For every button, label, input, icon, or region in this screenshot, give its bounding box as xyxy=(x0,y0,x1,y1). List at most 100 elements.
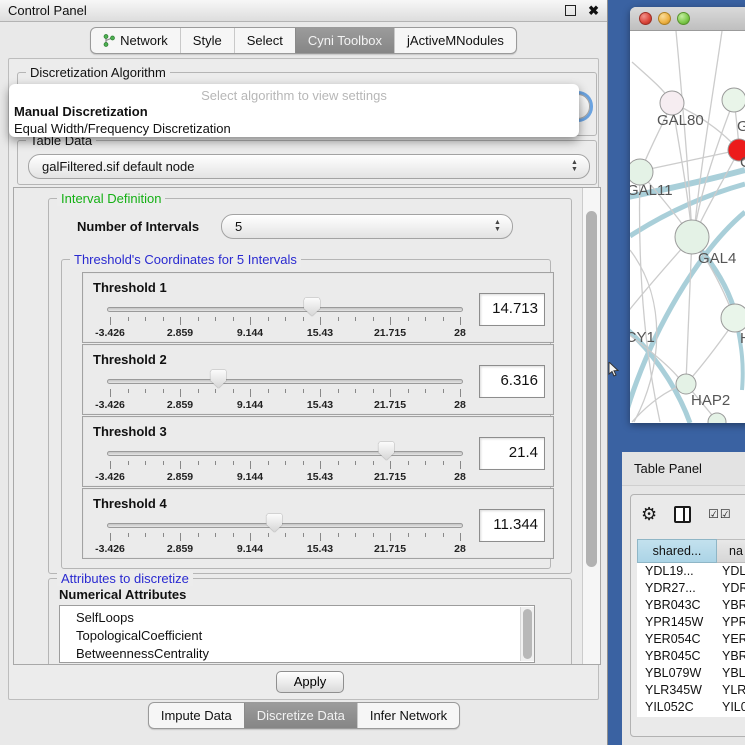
threshold-value-field[interactable]: 6.316 xyxy=(479,365,545,398)
tick-mark xyxy=(198,461,199,465)
gear-icon[interactable]: ⚙ xyxy=(641,505,657,523)
tick-mark xyxy=(303,317,304,321)
network-node[interactable] xyxy=(676,374,696,394)
tick-mark xyxy=(110,317,111,325)
network-edge[interactable] xyxy=(676,31,692,234)
tick-mark xyxy=(268,389,269,393)
settings-scrollbar[interactable] xyxy=(582,188,600,664)
tick-mark xyxy=(128,461,129,465)
table-row[interactable]: YPR145WYPR1 xyxy=(637,614,745,631)
attributes-group: Attributes to discretize Numerical Attri… xyxy=(48,578,572,665)
close-icon[interactable]: ✖ xyxy=(588,5,599,16)
network-node[interactable] xyxy=(721,304,745,332)
close-traffic-icon[interactable] xyxy=(639,12,652,25)
tab-impute-data[interactable]: Impute Data xyxy=(149,703,244,728)
slider-thumb[interactable] xyxy=(210,370,226,388)
cell-shared-name[interactable]: YDR27... xyxy=(637,580,717,597)
slider-track[interactable] xyxy=(107,451,463,456)
threshold-value-field[interactable]: 21.4 xyxy=(479,437,545,470)
table-row[interactable]: YBL079WYBL0 xyxy=(637,665,745,682)
network-node[interactable] xyxy=(675,220,709,254)
tick-mark xyxy=(233,461,234,465)
cell-name[interactable]: YBR0 xyxy=(717,648,745,665)
cell-shared-name[interactable]: YDL19... xyxy=(637,563,717,580)
numerical-attributes-list[interactable]: SelfLoopsTopologicalCoefficientBetweenne… xyxy=(59,605,535,663)
tab-discretize-data[interactable]: Discretize Data xyxy=(244,703,357,728)
network-edge[interactable] xyxy=(645,150,739,170)
threshold-label: Threshold 2 xyxy=(93,352,167,367)
cell-shared-name[interactable]: YBL079W xyxy=(637,665,717,682)
settings-scrollbar-thumb[interactable] xyxy=(586,211,597,567)
cell-name[interactable]: YLR3 xyxy=(717,682,745,699)
algorithm-option[interactable]: Manual Discretization xyxy=(9,103,579,120)
tab-select[interactable]: Select xyxy=(234,28,295,53)
cell-shared-name[interactable]: YBR043C xyxy=(637,597,717,614)
cell-shared-name[interactable]: YIL052C xyxy=(637,699,717,716)
slider-track[interactable] xyxy=(107,523,463,528)
tab-style[interactable]: Style xyxy=(180,28,234,53)
attribute-list-item[interactable]: SelfLoops xyxy=(60,609,534,627)
tick-mark xyxy=(373,533,374,537)
minimize-traffic-icon[interactable] xyxy=(658,12,671,25)
slider-thumb[interactable] xyxy=(304,298,320,316)
slider-thumb[interactable] xyxy=(266,514,282,532)
cell-name[interactable]: YER0 xyxy=(717,631,745,648)
attribute-list-item[interactable]: TopologicalCoefficient xyxy=(60,627,534,645)
cell-name[interactable]: YPR1 xyxy=(717,614,745,631)
panel-title: Control Panel xyxy=(8,3,565,18)
tick-mark xyxy=(180,317,181,325)
cell-name[interactable]: YBL0 xyxy=(717,665,745,682)
slider-track[interactable] xyxy=(107,307,463,312)
network-node[interactable] xyxy=(722,88,745,112)
apply-button[interactable]: Apply xyxy=(276,671,344,693)
network-canvas[interactable]: GAL80GACGAL11GAL4GCY1HHAP2 xyxy=(630,31,745,423)
group-title: Attributes to discretize xyxy=(57,571,193,586)
cell-shared-name[interactable]: YPR145W xyxy=(637,614,717,631)
num-intervals-value: 5 xyxy=(235,219,242,234)
zoom-traffic-icon[interactable] xyxy=(677,12,690,25)
table-row[interactable]: YBR045CYBR0 xyxy=(637,648,745,665)
cell-shared-name[interactable]: YBR045C xyxy=(637,648,717,665)
table-row[interactable]: YBR043CYBR0 xyxy=(637,597,745,614)
slider-track[interactable] xyxy=(107,379,463,384)
attribute-list-item[interactable]: BetweennessCentrality xyxy=(60,645,534,663)
tick-mark xyxy=(408,533,409,537)
table-row[interactable]: YIL052CYIL0 xyxy=(637,699,745,716)
tab-network[interactable]: Network xyxy=(91,28,180,53)
network-edge[interactable] xyxy=(686,325,732,384)
slider-thumb[interactable] xyxy=(378,442,394,460)
cell-name[interactable]: YDL1 xyxy=(717,563,745,580)
tab-jactivemnodules[interactable]: jActiveMNodules xyxy=(394,28,516,53)
cell-name[interactable]: YDR2 xyxy=(717,580,745,597)
cell-name[interactable]: YBR0 xyxy=(717,597,745,614)
float-window-icon[interactable] xyxy=(565,5,576,16)
tick-mark xyxy=(373,317,374,321)
table-row[interactable]: YDR27...YDR2 xyxy=(637,580,745,597)
tick-mark xyxy=(320,461,321,469)
algorithm-option[interactable]: Equal Width/Frequency Discretization xyxy=(9,120,579,137)
tick-mark xyxy=(408,389,409,393)
split-columns-icon[interactable] xyxy=(674,506,691,523)
list-scrollbar-thumb[interactable] xyxy=(523,609,532,659)
checked-boxes-icon[interactable]: ☑☑ xyxy=(708,507,732,521)
threshold-value-field[interactable]: 14.713 xyxy=(479,293,545,326)
table-row[interactable]: YER054CYER0 xyxy=(637,631,745,648)
cell-shared-name[interactable]: YER054C xyxy=(637,631,717,648)
column-header-name[interactable]: na xyxy=(717,539,745,563)
node-label: GAL11 xyxy=(630,182,673,199)
tab-infer-network[interactable]: Infer Network xyxy=(357,703,459,728)
num-intervals-combobox[interactable]: 5 ▲▼ xyxy=(221,214,513,239)
table-row[interactable]: YLR345WYLR3 xyxy=(637,682,745,699)
tab-cyni-toolbox[interactable]: Cyni Toolbox xyxy=(295,28,394,53)
threshold-value-field[interactable]: 11.344 xyxy=(479,509,545,542)
network-edge[interactable] xyxy=(686,237,692,382)
table-data-combobox[interactable]: galFiltered.sif default node ▲▼ xyxy=(28,154,590,179)
column-header-shared[interactable]: shared... xyxy=(637,539,717,563)
tick-mark xyxy=(285,533,286,537)
cell-shared-name[interactable]: YLR345W xyxy=(637,682,717,699)
list-scrollbar[interactable] xyxy=(520,607,534,661)
cell-name[interactable]: YIL0 xyxy=(717,699,745,716)
network-edge[interactable] xyxy=(694,31,722,234)
tick-mark xyxy=(303,461,304,465)
table-row[interactable]: YDL19...YDL1 xyxy=(637,563,745,580)
